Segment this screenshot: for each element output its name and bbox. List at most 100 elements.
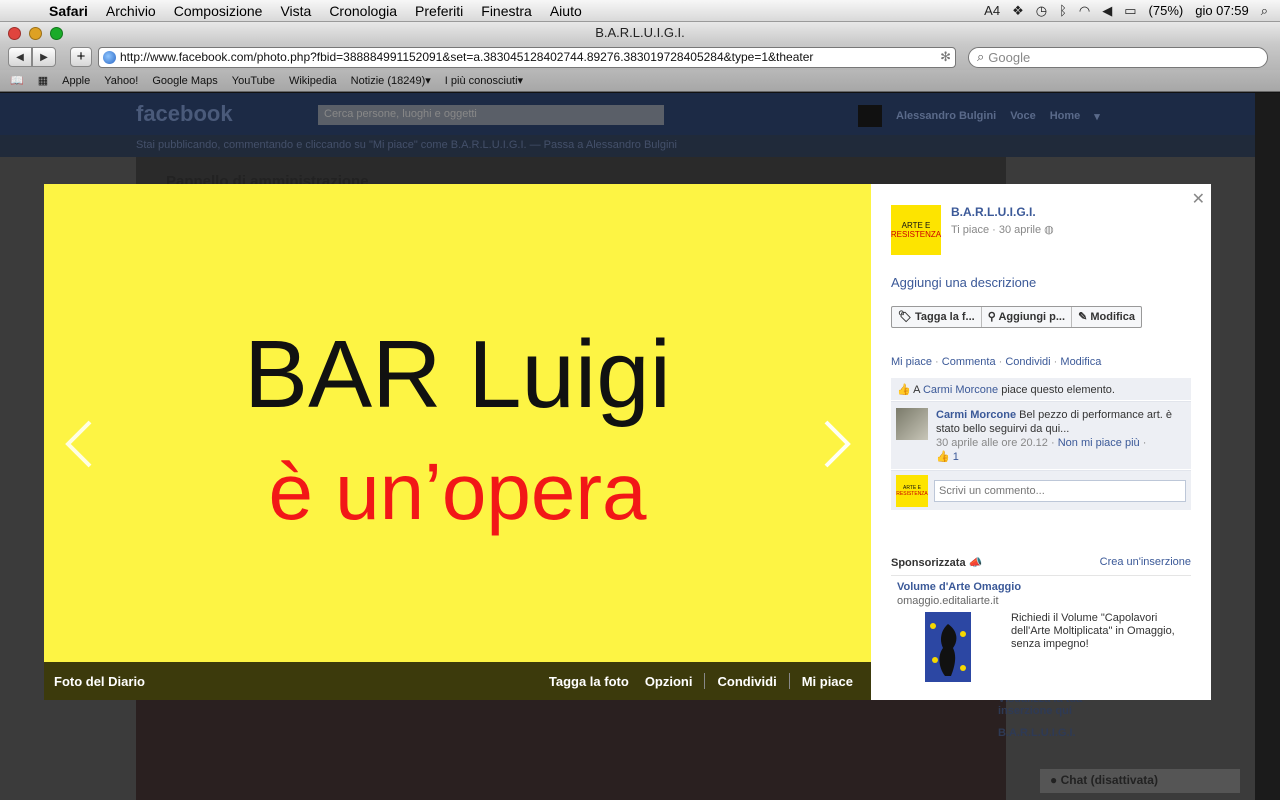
ad-title[interactable]: Volume d'Arte Omaggio: [897, 581, 1197, 593]
like-link[interactable]: Mi piace: [794, 674, 861, 689]
add-description-link[interactable]: Aggiungi una descrizione: [891, 275, 1036, 290]
account-menu-icon[interactable]: ▾: [1094, 110, 1100, 123]
comment-input[interactable]: Scrivi un commento...: [934, 479, 1186, 502]
create-ad-link[interactable]: Crea un'inserzione: [1100, 556, 1191, 569]
globe-icon[interactable]: ◍: [1044, 224, 1054, 236]
options-link[interactable]: Opzioni: [637, 674, 701, 689]
battery-icon[interactable]: ▭: [1124, 3, 1136, 19]
action-edit[interactable]: Modifica: [1060, 356, 1101, 368]
menu-finestra[interactable]: Finestra: [472, 3, 541, 19]
spotlight-icon[interactable]: ⌕: [1261, 3, 1268, 19]
comment: Carmi Morcone Bel pezzo di performance a…: [891, 401, 1191, 469]
photo-viewer: BAR Luigi è un’opera Foto del Diario Tag…: [44, 184, 1211, 700]
close-icon[interactable]: ✕: [1192, 189, 1205, 209]
unlike-link[interactable]: Non mi piace più: [1058, 437, 1140, 449]
previous-photo-icon[interactable]: [60, 416, 100, 472]
menu-aiuto[interactable]: Aiuto: [541, 3, 591, 19]
zoom-window-button[interactable]: [50, 27, 63, 40]
menu-cronologia[interactable]: Cronologia: [320, 3, 406, 19]
close-window-button[interactable]: [8, 27, 21, 40]
bookmark-apple[interactable]: Apple: [62, 75, 90, 87]
photo-action-bar: Foto del Diario Tagga la foto Opzioni Co…: [44, 662, 871, 700]
window-title-bar: B.A.R.L.U.I.G.I.: [0, 22, 1280, 44]
commenter-avatar[interactable]: [896, 408, 928, 440]
bookmark-notizie[interactable]: Notizie (18249)▾: [351, 74, 431, 87]
chat-icon: ●: [1050, 773, 1058, 787]
bookmark-google-maps[interactable]: Google Maps: [152, 75, 217, 87]
page-info: ARTE E RESISTENZA B.A.R.L.U.I.G.I. Ti pi…: [891, 205, 1054, 255]
nav-home[interactable]: Home: [1050, 110, 1081, 122]
action-comment[interactable]: Commenta: [942, 356, 996, 368]
page-thumbnail[interactable]: ARTE E RESISTENZA: [891, 205, 941, 255]
add-place-button[interactable]: ⚲ Aggiungi p...: [982, 307, 1073, 327]
facebook-search-input[interactable]: Cerca persone, luoghi e oggetti: [318, 105, 664, 125]
menu-bar: Safari Archivio Composizione Vista Crono…: [0, 0, 1280, 22]
action-share[interactable]: Condividi: [1005, 356, 1050, 368]
back-button[interactable]: ◀: [8, 47, 32, 67]
user-avatar[interactable]: [858, 105, 882, 127]
facebook-logo[interactable]: facebook: [136, 101, 233, 127]
bookmark-yahoo[interactable]: Yahoo!: [104, 75, 138, 87]
menu-app-safari[interactable]: Safari: [40, 3, 97, 19]
loading-spinner-icon[interactable]: ✻: [940, 49, 951, 65]
ad-url[interactable]: omaggio.editaliarte.it: [897, 595, 1197, 607]
chat-bar[interactable]: ● Chat (disattivata): [1040, 769, 1240, 793]
share-link[interactable]: Condividi: [709, 674, 784, 689]
photo-stage: BAR Luigi è un’opera Foto del Diario Tag…: [44, 184, 871, 700]
page-name-small: B.A.R.L.U.I.G.I.: [998, 727, 1076, 739]
menu-composizione[interactable]: Composizione: [165, 3, 272, 19]
status-count: 4: [992, 3, 1001, 18]
search-field[interactable]: ⌕ Google: [968, 46, 1268, 68]
clock[interactable]: gio 07:59: [1195, 3, 1249, 18]
user-name[interactable]: Alessandro Bulgini: [896, 110, 996, 122]
write-comment-box: ARTE E RESISTENZA Scrivi un commento...: [891, 470, 1191, 510]
sponsored-ad[interactable]: Volume d'Arte Omaggio omaggio.editaliart…: [897, 581, 1197, 682]
post-meta[interactable]: Ti piace · 30 aprile: [951, 224, 1041, 236]
minimize-window-button[interactable]: [29, 27, 42, 40]
album-link[interactable]: Foto del Diario: [54, 674, 145, 689]
photo[interactable]: BAR Luigi è un’opera: [44, 184, 871, 662]
adobe-icon[interactable]: A4: [984, 3, 1000, 18]
forward-button[interactable]: ▶: [32, 47, 56, 67]
tag-icon: 🏷: [898, 311, 912, 323]
bluetooth-icon[interactable]: ᛒ: [1059, 3, 1067, 18]
comment-date[interactable]: 30 aprile alle ore 20.12: [936, 437, 1048, 449]
nav-voce[interactable]: Voce: [1010, 110, 1035, 122]
divider: [704, 673, 706, 689]
tag-photo-link[interactable]: Tagga la foto: [541, 674, 637, 689]
menu-archivio[interactable]: Archivio: [97, 3, 165, 19]
time-machine-icon[interactable]: ◷: [1036, 3, 1047, 19]
next-photo-icon[interactable]: [816, 416, 856, 472]
menu-preferiti[interactable]: Preferiti: [406, 3, 472, 19]
chat-label: Chat (disattivata): [1060, 773, 1158, 787]
menu-vista[interactable]: Vista: [271, 3, 320, 19]
url-text[interactable]: http://www.facebook.com/photo.php?fbid=3…: [120, 50, 813, 64]
reading-list-icon[interactable]: 📖: [10, 74, 24, 87]
window-title: B.A.R.L.U.I.G.I.: [595, 25, 685, 40]
thumb-line1: ARTE E: [901, 221, 931, 230]
page-name[interactable]: B.A.R.L.U.I.G.I.: [951, 205, 1054, 219]
volume-icon[interactable]: ◀: [1102, 3, 1112, 19]
bookmark-wikipedia[interactable]: Wikipedia: [289, 75, 337, 87]
search-placeholder: Google: [988, 49, 1031, 65]
dropbox-icon[interactable]: ❖: [1012, 3, 1024, 19]
ad-image[interactable]: [925, 612, 971, 682]
bookmark-youtube[interactable]: YouTube: [232, 75, 275, 87]
liker-link[interactable]: Carmi Morcone: [923, 384, 998, 396]
comment-author[interactable]: Carmi Morcone: [936, 409, 1016, 421]
cover-photo-area: [136, 693, 1006, 800]
address-bar[interactable]: http://www.facebook.com/photo.php?fbid=3…: [98, 46, 956, 68]
bookmark-piu-conosciuti[interactable]: I più conosciuti▾: [445, 74, 523, 87]
sponsored-label: Sponsorizzata: [891, 557, 966, 569]
battery-percent[interactable]: (75%): [1149, 3, 1184, 18]
thumb-line2: RESISTENZA: [890, 230, 942, 239]
edit-button[interactable]: ✎ Modifica: [1072, 307, 1141, 327]
sponsored-header: Sponsorizzata 📣 Crea un'inserzione: [891, 556, 1191, 576]
wifi-icon[interactable]: ◠: [1079, 3, 1090, 19]
add-bookmark-button[interactable]: +: [70, 47, 92, 67]
action-like[interactable]: Mi piace: [891, 356, 932, 368]
page-scrollbar[interactable]: [1255, 93, 1280, 800]
comment-like-count[interactable]: 👍 1: [936, 451, 959, 463]
tag-photo-button[interactable]: 🏷 Tagga la f...: [892, 307, 982, 327]
top-sites-icon[interactable]: ▦: [38, 74, 48, 87]
